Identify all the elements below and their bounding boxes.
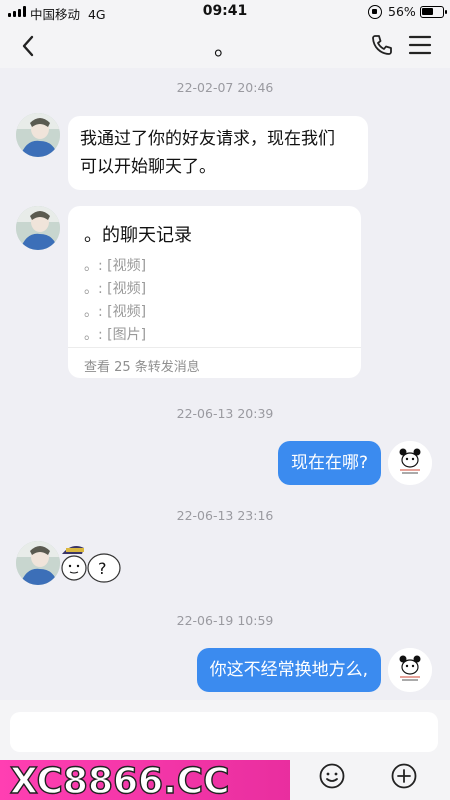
svg-text:?: ?	[98, 559, 107, 578]
chat-record-title: 。的聊天记录	[84, 225, 192, 246]
timestamp: 22-06-13 20:39	[176, 406, 274, 421]
message-bubble[interactable]: 我通过了你的好友请求，现在我们 可以开始聊天了。	[68, 116, 368, 190]
clock: 09:41	[202, 3, 248, 19]
add-icon[interactable]	[390, 762, 418, 790]
battery-percent: 56%	[388, 4, 416, 19]
orientation-lock-icon	[368, 5, 382, 19]
menu-icon[interactable]	[408, 34, 432, 56]
message-input[interactable]	[10, 712, 438, 752]
chat-header: 。	[0, 24, 450, 68]
timestamp: 22-06-19 10:59	[176, 613, 274, 628]
status-bar: 中国移动 4G 09:41 56%	[0, 0, 450, 24]
chat-record-card[interactable]: 。的聊天记录 。: [视频] 。: [视频] 。: [视频] 。: [图片] 查…	[68, 206, 361, 378]
watermark-text: XC8866.CC	[10, 761, 230, 800]
avatar[interactable]	[16, 541, 60, 585]
message-text: 可以开始聊天了。	[80, 157, 216, 177]
chat-record-line: 。: [视频]	[84, 304, 147, 320]
message-list[interactable]: 22-02-07 20:46 我通过了你的好友请求，现在我们 可以开始聊天了。 …	[0, 68, 450, 700]
chat-record-line: 。: [视频]	[84, 258, 147, 274]
chat-record-line: 。: [图片]	[84, 327, 147, 343]
divider	[68, 347, 361, 348]
emoji-icon[interactable]	[318, 762, 346, 790]
avatar[interactable]	[16, 206, 60, 250]
watermark-banner: XC8866.CC	[0, 760, 290, 800]
phone-icon[interactable]	[370, 33, 394, 57]
message-bubble-sent[interactable]: 现在在哪?	[277, 441, 381, 485]
avatar-self[interactable]	[388, 441, 432, 485]
view-forwarded-link[interactable]: 查看 25 条转发消息	[84, 356, 200, 375]
avatar[interactable]	[16, 113, 60, 157]
battery-icon	[420, 6, 447, 18]
avatar-self[interactable]	[388, 648, 432, 692]
chat-record-line: 。: [视频]	[84, 281, 147, 297]
message-bubble-sent[interactable]: 你这不经常换地方么,	[196, 648, 381, 692]
message-text: 我通过了你的好友请求，现在我们	[80, 129, 335, 149]
timestamp: 22-06-13 23:16	[176, 508, 274, 523]
timestamp: 22-02-07 20:46	[176, 80, 274, 95]
sticker-image[interactable]: ?	[60, 540, 122, 590]
